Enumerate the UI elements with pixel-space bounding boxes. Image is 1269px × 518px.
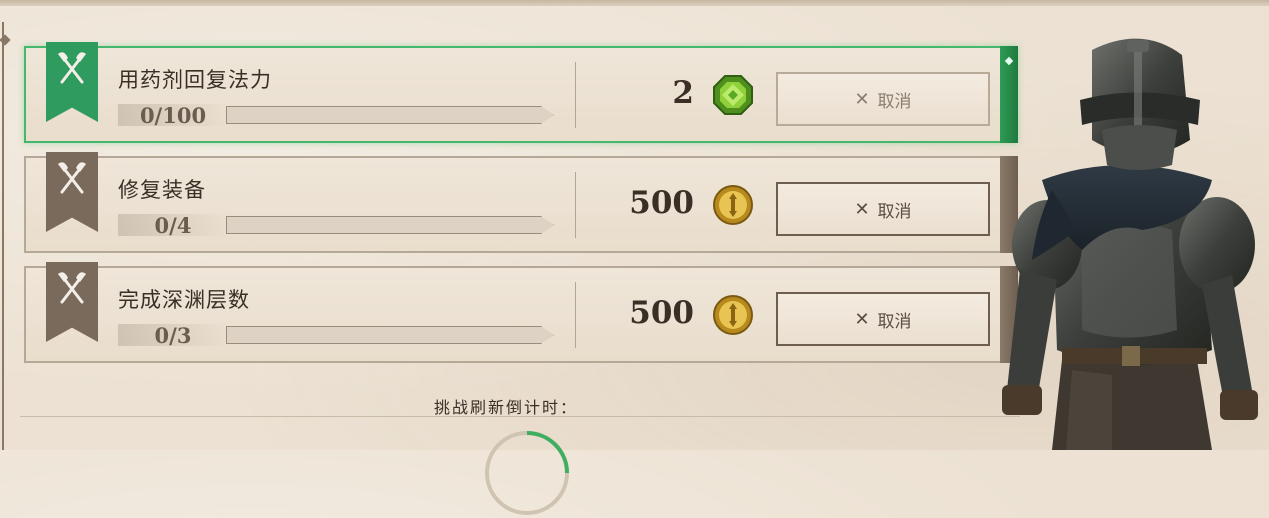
- card-divider: [575, 282, 576, 348]
- cancel-button[interactable]: ✕ 取消: [776, 72, 990, 126]
- quest-banner: [46, 262, 98, 342]
- left-scroll-rail: [0, 22, 11, 450]
- crossed-axes-icon: [58, 272, 86, 304]
- card-divider: [575, 172, 576, 238]
- top-border: [0, 0, 1269, 6]
- cancel-button[interactable]: ✕ 取消: [776, 292, 990, 346]
- green-gem-icon: [713, 75, 753, 115]
- cancel-label: 取消: [877, 91, 912, 112]
- knight-character: [1002, 38, 1258, 450]
- card-divider: [575, 62, 576, 128]
- crossed-axes-icon: [58, 52, 86, 84]
- refresh-countdown-label: 挑战刷新倒计时：: [434, 398, 579, 417]
- reward-amount: 500: [629, 185, 694, 221]
- countdown-ring: [485, 431, 569, 515]
- close-icon: ✕: [854, 198, 870, 220]
- reward-amount: 2: [672, 75, 694, 111]
- reward-amount: 500: [629, 295, 694, 331]
- quest-banner: [46, 42, 98, 122]
- quest-title: 用药剂回复法力: [118, 68, 272, 92]
- cancel-label: 取消: [877, 201, 912, 222]
- close-icon: ✕: [854, 88, 870, 110]
- crossed-axes-icon: [58, 162, 86, 194]
- gold-coin-icon: [713, 185, 753, 225]
- close-icon: ✕: [854, 308, 870, 330]
- quest-progress-count: 0/3: [118, 324, 228, 348]
- quest-card[interactable]: 完成深渊层数 0/3 500 ✕ 取消: [24, 262, 1018, 363]
- quest-title: 修复装备: [118, 178, 206, 202]
- quest-progress-count: 0/4: [118, 214, 228, 238]
- quest-card[interactable]: 用药剂回复法力 0/100 2 ✕ 取消: [24, 42, 1018, 143]
- cancel-label: 取消: [877, 311, 912, 332]
- quest-card[interactable]: 修复装备 0/4 500 ✕ 取消: [24, 152, 1018, 253]
- quest-banner: [46, 152, 98, 232]
- cancel-button[interactable]: ✕ 取消: [776, 182, 990, 236]
- quest-title: 完成深渊层数: [118, 288, 250, 312]
- gold-coin-icon: [713, 295, 753, 335]
- quest-progress-bar: [226, 216, 554, 234]
- quest-progress-bar: [226, 326, 554, 344]
- quest-progress-bar: [226, 106, 554, 124]
- quest-progress-count: 0/100: [118, 104, 228, 128]
